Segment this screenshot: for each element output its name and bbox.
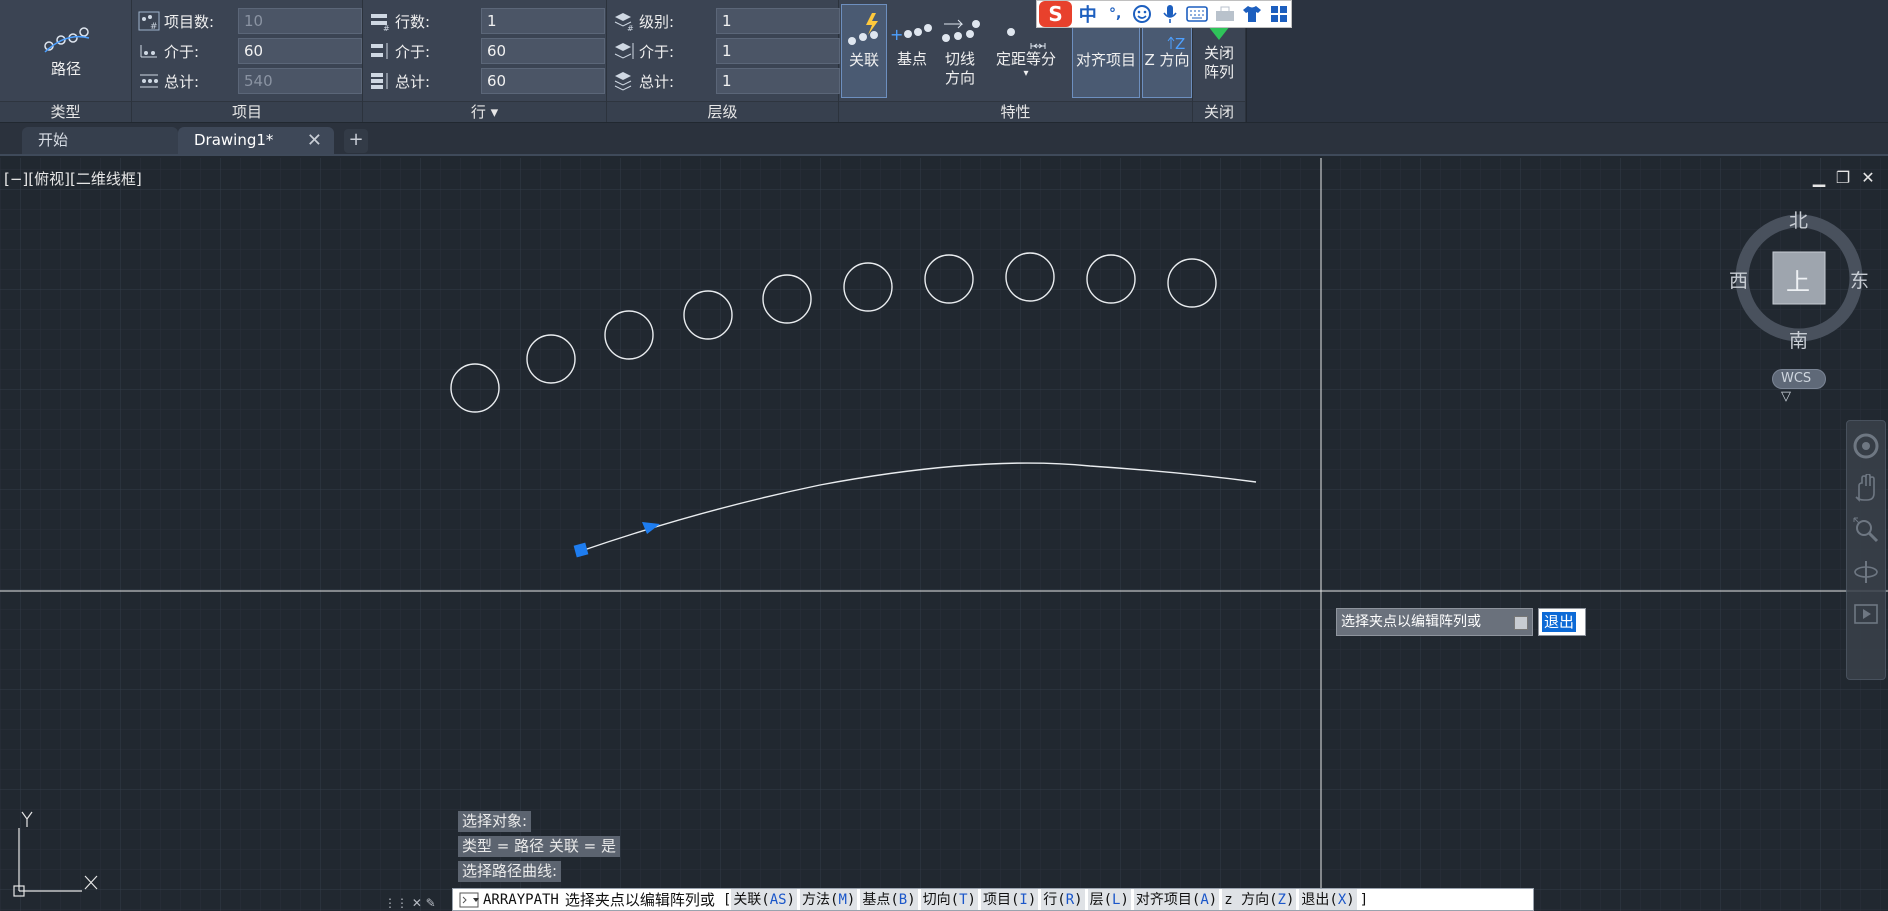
dynamic-input-dropdown-icon[interactable] [1514,616,1528,630]
grid [0,158,1888,911]
zoom-extents-icon[interactable] [1849,513,1883,547]
viewport-controls-label[interactable]: [−][俯视][二维线框] [4,168,142,189]
option-z-direction[interactable]: z 方向(Z) [1222,889,1297,910]
dynamic-input-exit-field[interactable]: 退出 [1538,608,1586,636]
dynamic-input-prompt: 选择夹点以编辑阵列或 [1336,608,1533,636]
option-associative[interactable]: 关联(AS) [731,889,798,910]
history-line-3: 选择路径曲线: [458,861,562,882]
steering-wheel-icon[interactable] [1849,429,1883,463]
command-line-grip-icon[interactable]: ⋮⋮ ✕ ✎ [384,896,444,911]
option-base-point[interactable]: 基点(B) [860,889,918,910]
option-items[interactable]: 项目(I) [980,889,1039,910]
viewport-restore-icon[interactable]: ❐ [1834,168,1852,187]
viewport-close-icon[interactable]: ✕ [1859,168,1877,187]
options-close-bracket: ] [1359,891,1369,908]
wcs-menu[interactable]: WCS ▽ [1772,369,1826,404]
showmotion-icon[interactable] [1849,597,1883,631]
drawing-canvas[interactable] [0,0,1888,911]
viewcube-top-label[interactable]: 上 [1786,262,1810,297]
viewport-minimize-icon[interactable]: ▁ [1810,168,1828,187]
option-rows[interactable]: 行(R) [1041,889,1085,910]
compass-east[interactable]: 东 [1850,266,1869,293]
pan-hand-icon[interactable] [1849,471,1883,505]
option-tangent[interactable]: 切向(T) [920,889,978,910]
dynamic-input-exit-value[interactable]: 退出 [1542,612,1577,632]
orbit-icon[interactable] [1849,555,1883,589]
command-name: ARRAYPATH [483,891,559,908]
compass-north[interactable]: 北 [1789,206,1808,233]
option-align-items[interactable]: 对齐项目(A) [1133,889,1220,910]
navigation-bar [1846,420,1886,680]
option-levels[interactable]: 层(L) [1087,889,1131,910]
dynamic-input-text: 选择夹点以编辑阵列或 [1341,614,1481,630]
options-open-bracket: [ [722,891,732,908]
option-method[interactable]: 方法(M) [800,889,858,910]
history-line-2: 类型 = 路径 关联 = 是 [458,836,620,857]
command-line[interactable]: ARRAYPATH 选择夹点以编辑阵列或 [ 关联(AS) 方法(M) 基点(B… [452,888,1534,911]
history-line-1: 选择对象: [458,811,532,832]
option-exit[interactable]: 退出(X) [1299,889,1357,910]
compass-west[interactable]: 西 [1729,266,1748,293]
command-prompt-text: 选择夹点以编辑阵列或 [564,890,715,909]
compass-south[interactable]: 南 [1789,326,1808,353]
command-prompt-icon[interactable] [459,892,479,908]
